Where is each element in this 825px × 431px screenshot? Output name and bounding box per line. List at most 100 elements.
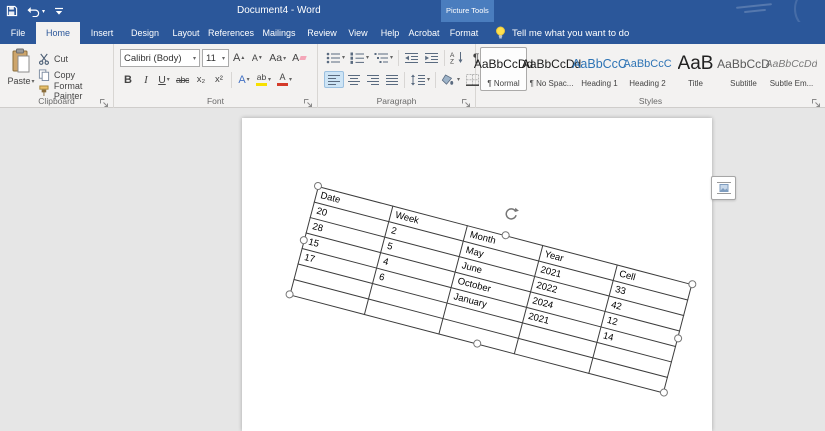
style-heading-1[interactable]: AaBbCcC Heading 1: [572, 47, 627, 91]
font-name-combobox[interactable]: Calibri (Body) ▾: [120, 49, 200, 67]
undo-button[interactable]: ▾: [27, 6, 45, 17]
document-area: Date Week Month Year Cell 20 2 May 2021 …: [0, 108, 825, 431]
shrink-font-button[interactable]: A ▼: [249, 50, 265, 67]
tab-review[interactable]: Review: [302, 22, 342, 44]
cut-label: Cut: [54, 53, 69, 64]
chevron-down-icon: ▾: [221, 55, 225, 62]
lightbulb-icon: [496, 26, 505, 39]
clipboard-dialog-launcher[interactable]: [99, 95, 110, 107]
font-color-button[interactable]: A ▾: [275, 71, 294, 88]
align-left-icon: [328, 74, 340, 85]
format-painter-icon: [39, 85, 49, 96]
align-right-icon: [367, 74, 379, 85]
bold-button[interactable]: B: [120, 71, 136, 88]
font-dialog-launcher[interactable]: [303, 95, 314, 107]
style-name: Heading 2: [629, 79, 666, 88]
style-heading-2[interactable]: AaBbCcC Heading 2: [623, 47, 672, 91]
style-name: Subtitle: [730, 79, 757, 88]
style-normal[interactable]: AaBbCcDd ¶ Normal: [474, 47, 533, 91]
style-subtle-emphasis[interactable]: AaBbCcDd Subtle Em...: [766, 47, 818, 91]
quick-access-toolbar: ▾: [6, 0, 64, 22]
separator: [435, 71, 437, 88]
highlight-color-swatch: [256, 82, 268, 86]
style-subtitle[interactable]: AaBbCcD Subtitle: [717, 47, 770, 91]
multilevel-list-button[interactable]: ▾: [372, 49, 395, 66]
style-no-spacing[interactable]: AaBbCcDd ¶ No Spac...: [522, 47, 581, 91]
tab-references[interactable]: References: [206, 22, 256, 44]
cut-button[interactable]: Cut: [38, 51, 68, 66]
clear-formatting-button[interactable]: A: [290, 50, 308, 67]
cut-icon: [39, 53, 49, 65]
tab-insert[interactable]: Insert: [80, 22, 124, 44]
paste-icon: [12, 48, 30, 73]
styles-dialog-launcher[interactable]: [811, 95, 822, 107]
paint-bucket-icon: [441, 73, 454, 85]
font-group-label: Font: [206, 96, 224, 106]
chevron-down-icon: ▾: [192, 55, 196, 62]
italic-button[interactable]: I: [138, 71, 154, 88]
multilevel-list-icon: [374, 52, 389, 63]
subscript-button[interactable]: x₂: [193, 71, 209, 88]
bullets-button[interactable]: ▾: [324, 49, 347, 66]
style-preview: AaB: [677, 52, 714, 74]
tab-file[interactable]: File: [0, 22, 36, 44]
tab-help[interactable]: Help: [374, 22, 406, 44]
line-spacing-button[interactable]: ▾: [408, 71, 432, 88]
style-name: ¶ Normal: [487, 79, 520, 88]
justify-button[interactable]: [383, 71, 401, 88]
tab-home[interactable]: Home: [36, 22, 80, 44]
dialog-launcher-icon: [100, 99, 108, 107]
tab-format[interactable]: Format: [441, 22, 487, 44]
style-preview: AaBbCcD: [717, 56, 770, 71]
tell-me-box[interactable]: Tell me what you want to do: [494, 22, 629, 44]
ribbon-tab-bar: File Home Insert Design Layout Reference…: [0, 22, 825, 44]
tab-acrobat[interactable]: Acrobat: [406, 22, 442, 44]
align-center-icon: [348, 74, 360, 85]
tab-mailings[interactable]: Mailings: [256, 22, 302, 44]
align-right-button[interactable]: [364, 71, 382, 88]
eraser-icon: [299, 56, 307, 60]
text-effects-button[interactable]: A ▾: [236, 71, 252, 88]
text-highlight-button[interactable]: ab ▾: [254, 71, 273, 88]
shading-button[interactable]: ▾: [439, 71, 462, 88]
dialog-launcher-icon: [812, 99, 820, 107]
numbering-button[interactable]: ▾: [348, 49, 371, 66]
font-size-combobox[interactable]: 11 ▾: [202, 49, 229, 67]
layout-options-button[interactable]: [711, 176, 736, 200]
strikethrough-button[interactable]: abc: [174, 71, 191, 88]
increase-indent-button[interactable]: [422, 49, 441, 66]
decrease-indent-button[interactable]: [402, 49, 421, 66]
font-group: Calibri (Body) ▾ 11 ▾ A ▲ A ▼ Aa ▾ A B I U ▾ a…: [114, 44, 318, 108]
customize-qat-icon: [55, 7, 64, 15]
paragraph-dialog-launcher[interactable]: [461, 95, 472, 107]
font-size-value: 11: [206, 52, 216, 64]
line-spacing-icon: [411, 74, 425, 85]
superscript-button[interactable]: x²: [211, 71, 227, 88]
sort-icon: AZ: [450, 52, 463, 64]
save-button[interactable]: [6, 5, 18, 17]
separator: [444, 49, 446, 66]
sort-button[interactable]: AZ: [448, 49, 467, 66]
bullets-icon: [326, 52, 340, 63]
change-case-button[interactable]: Aa ▾: [267, 50, 288, 67]
style-name: Heading 1: [581, 79, 618, 88]
tab-view[interactable]: View: [342, 22, 374, 44]
increase-indent-icon: [425, 52, 439, 63]
font-name-value: Calibri (Body): [124, 52, 182, 64]
style-title[interactable]: AaB Title: [672, 47, 719, 91]
dialog-launcher-icon: [304, 99, 312, 107]
decrease-indent-icon: [405, 52, 419, 63]
style-preview: AaBbCcC: [623, 57, 672, 70]
tab-layout[interactable]: Layout: [166, 22, 206, 44]
align-center-button[interactable]: [345, 71, 363, 88]
clipboard-group-label: Clipboard: [38, 96, 75, 106]
numbering-icon: [350, 52, 365, 64]
copy-icon: [38, 68, 50, 81]
customize-quick-access-button[interactable]: [54, 7, 64, 16]
grow-font-button[interactable]: A ▲: [231, 50, 247, 67]
align-left-button[interactable]: [324, 71, 344, 88]
justify-icon: [386, 74, 398, 85]
underline-button[interactable]: U ▾: [156, 71, 172, 88]
style-name: ¶ No Spac...: [529, 79, 574, 88]
tab-design[interactable]: Design: [124, 22, 166, 44]
